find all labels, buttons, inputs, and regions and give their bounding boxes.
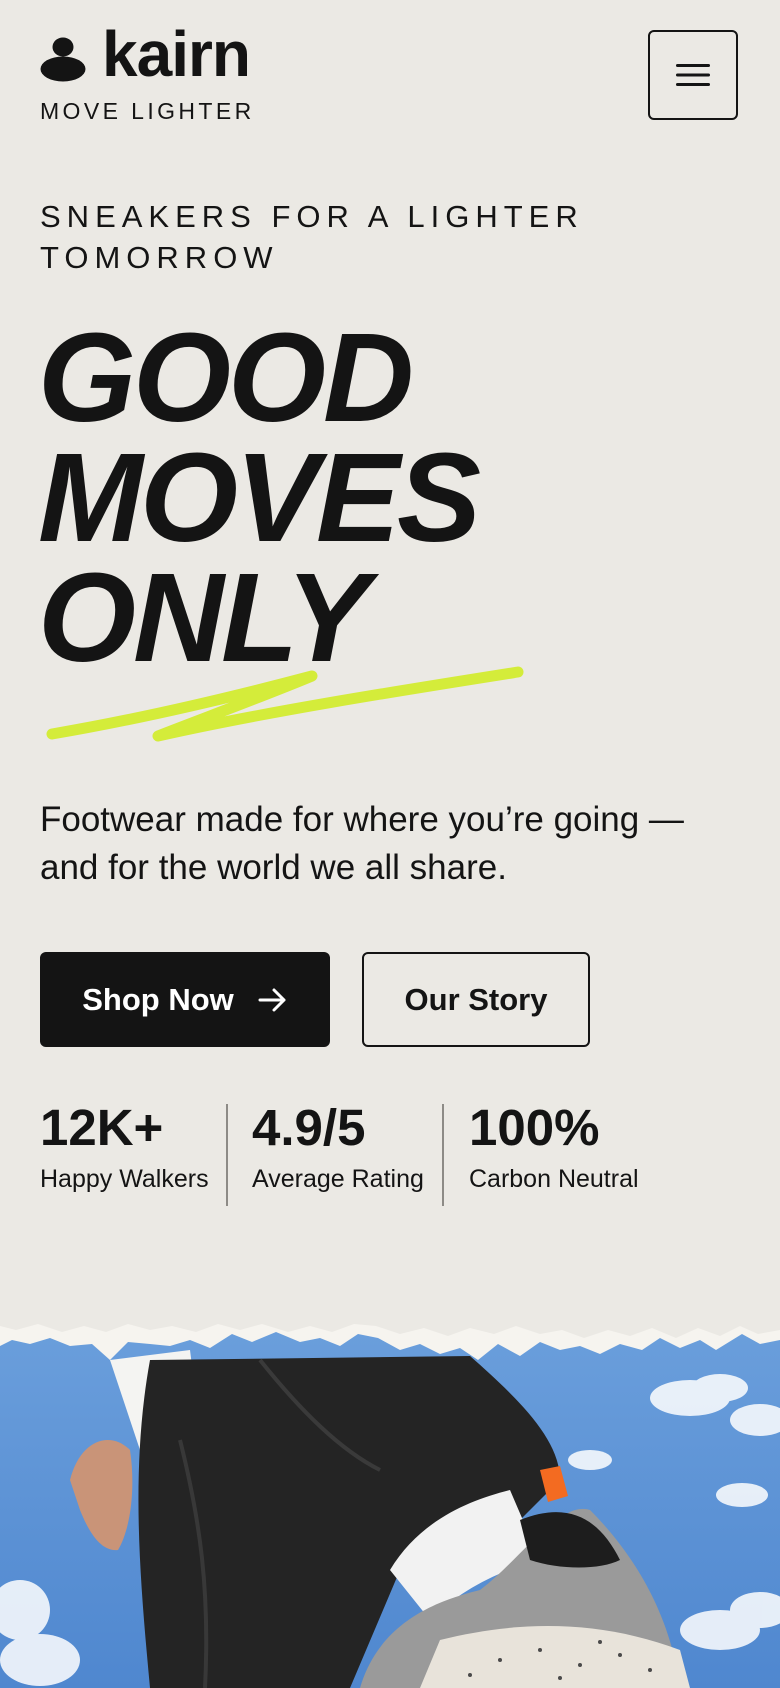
shop-now-button[interactable]: Shop Now <box>40 952 330 1047</box>
headline-line-2: MOVES <box>38 427 481 568</box>
stat-label: Carbon Neutral <box>469 1165 639 1193</box>
stat-label: Happy Walkers <box>40 1165 209 1193</box>
stacked-stones-icon <box>40 37 86 82</box>
shop-now-label: Shop Now <box>82 981 234 1017</box>
hero-eyebrow: SNEAKERS FOR A LIGHTER TOMORROW <box>40 199 584 275</box>
stat-happy-walkers: 12K+ Happy Walkers <box>40 1100 209 1194</box>
headline-line-3: ONLY <box>38 547 370 688</box>
accent-scribble <box>46 666 524 742</box>
hero-photo-sneaker <box>0 1320 780 1688</box>
hero-description: Footwear made for where you’re going — a… <box>40 800 684 887</box>
stat-carbon-neutral: 100% Carbon Neutral <box>469 1100 639 1194</box>
our-story-label: Our Story <box>404 981 548 1017</box>
arrow-right-icon <box>258 988 286 1011</box>
stat-value: 100% <box>469 1099 600 1156</box>
stat-value: 12K+ <box>40 1099 164 1156</box>
menu-button[interactable] <box>648 30 738 120</box>
stat-label: Average Rating <box>252 1165 424 1193</box>
stat-divider <box>226 1104 228 1206</box>
brand-tagline: MOVE LIGHTER <box>40 98 255 124</box>
stat-value: 4.9/5 <box>252 1099 366 1156</box>
headline-line-1: GOOD <box>38 307 414 448</box>
brand-name: kairn <box>102 18 251 90</box>
hero-headline: GOOD MOVES ONLY <box>38 307 658 688</box>
our-story-button[interactable]: Our Story <box>362 952 590 1047</box>
stat-divider <box>442 1104 444 1206</box>
brand-logo[interactable]: kairn MOVE LIGHTER <box>40 22 280 128</box>
hamburger-menu-icon <box>676 64 710 86</box>
landing-page: kairn MOVE LIGHTER SNEAKERS FOR A LIGHTE… <box>0 0 780 1688</box>
stat-average-rating: 4.9/5 Average Rating <box>252 1100 424 1194</box>
